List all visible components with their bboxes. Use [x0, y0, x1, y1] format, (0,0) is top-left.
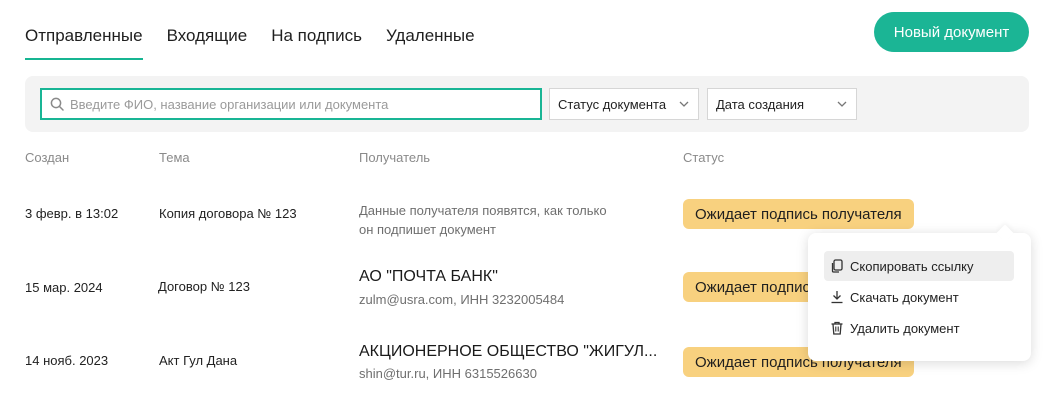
recipient-name: АКЦИОНЕРНОЕ ОБЩЕСТВО "ЖИГУЛ...	[359, 343, 658, 360]
created-date: 3 февр. в 13:02	[25, 206, 119, 221]
search-icon	[50, 97, 64, 111]
recipient-details: shin@tur.ru, ИНН 6315526630	[359, 366, 537, 381]
tab-sent[interactable]: Отправленные	[25, 0, 143, 60]
copy-link-menu-item[interactable]: Скопировать ссылку	[824, 251, 1014, 281]
menu-item-label: Скопировать ссылку	[850, 258, 974, 274]
column-header-status: Статус	[683, 150, 725, 165]
status-filter-label: Статус документа	[558, 96, 667, 112]
column-header-subject: Тема	[159, 150, 190, 165]
date-filter-label: Дата создания	[716, 96, 805, 112]
recipient-name: АО "ПОЧТА БАНК"	[359, 268, 498, 285]
recipient-placeholder-line: он подпишет документ	[359, 222, 496, 237]
search-input[interactable]	[70, 96, 540, 112]
search-box	[40, 88, 542, 120]
tabs-bar: Отправленные Входящие На подпись Удаленн…	[25, 0, 499, 60]
filter-bar: Статус документа Дата создания	[25, 76, 1029, 132]
chevron-down-icon	[679, 101, 689, 107]
chevron-down-icon	[837, 101, 847, 107]
tab-inbox[interactable]: Входящие	[167, 0, 248, 60]
document-subject: Копия договора № 123	[159, 206, 297, 221]
column-header-recipient: Получатель	[359, 150, 431, 165]
download-icon	[831, 291, 843, 304]
status-filter-select[interactable]: Статус документа	[549, 88, 699, 120]
column-header-created[interactable]: Создан	[25, 150, 69, 165]
delete-document-menu-item[interactable]: Удалить документ	[824, 313, 1014, 343]
tab-to-sign[interactable]: На подпись	[271, 0, 362, 60]
menu-item-label: Удалить документ	[850, 320, 960, 336]
document-subject: Акт Гул Дана	[159, 353, 238, 368]
created-date: 15 мар. 2024	[25, 280, 103, 295]
download-document-menu-item[interactable]: Скачать документ	[824, 282, 1014, 312]
trash-icon	[831, 321, 843, 335]
row-context-menu: Скопировать ссылку Скачать документ Удал…	[808, 233, 1031, 361]
document-subject: Договор № 123	[158, 279, 250, 294]
copy-icon	[831, 259, 843, 273]
date-filter-select[interactable]: Дата создания	[707, 88, 857, 120]
recipient-details: zulm@usra.com, ИНН 3232005484	[359, 292, 565, 307]
recipient-placeholder: Данные получателя появятся, как только о…	[359, 201, 649, 239]
recipient-placeholder-line: Данные получателя появятся, как только	[359, 203, 607, 218]
created-date: 14 нояб. 2023	[25, 353, 109, 368]
status-badge: Ожидает подпись получателя	[683, 199, 914, 229]
new-document-button[interactable]: Новый документ	[874, 12, 1029, 52]
menu-item-label: Скачать документ	[850, 289, 959, 305]
tab-deleted[interactable]: Удаленные	[386, 0, 475, 60]
